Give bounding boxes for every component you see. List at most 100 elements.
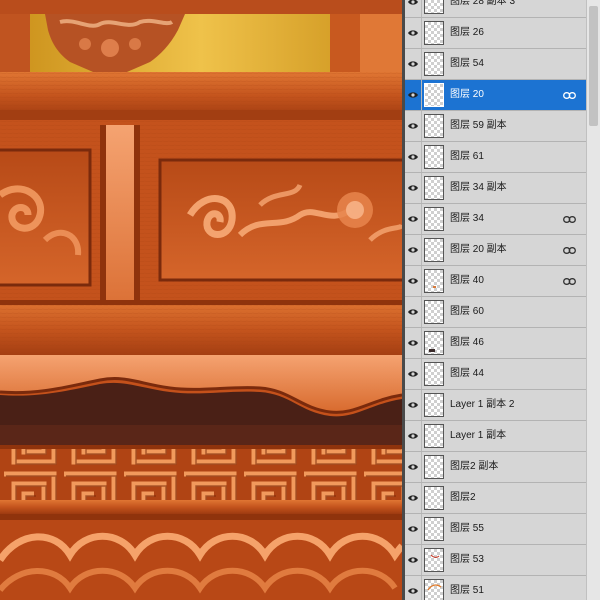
visibility-toggle[interactable] <box>405 173 422 203</box>
layer-name[interactable]: Layer 1 副本 <box>450 429 506 443</box>
layer-thumbnail <box>424 145 444 169</box>
layer-thumbnail <box>424 300 444 324</box>
layer-name[interactable]: 图层 46 <box>450 336 484 350</box>
eye-icon <box>408 0 418 5</box>
layer-thumbnail <box>424 21 444 45</box>
layer-thumbnail <box>424 331 444 355</box>
layer-name[interactable]: 图层2 <box>450 491 476 505</box>
layer-name[interactable]: 图层 26 <box>450 26 484 40</box>
layer-name[interactable]: 图层 28 副本 3 <box>450 0 515 9</box>
visibility-toggle[interactable] <box>405 297 422 327</box>
visibility-toggle[interactable] <box>405 18 422 48</box>
layer-name[interactable]: 图层 61 <box>450 150 484 164</box>
layer-row[interactable]: 图层2 副本 <box>405 452 586 483</box>
layer-row[interactable]: 图层 60 <box>405 297 586 328</box>
eye-icon <box>408 247 418 253</box>
eye-icon <box>408 61 418 67</box>
eye-icon <box>408 216 418 222</box>
chain-link-icon <box>563 216 576 223</box>
visibility-toggle[interactable] <box>405 514 422 544</box>
eye-icon <box>408 371 418 377</box>
layer-row[interactable]: 图层 55 <box>405 514 586 545</box>
layer-thumbnail <box>424 0 444 14</box>
layer-row[interactable]: 图层 44 <box>405 359 586 390</box>
thumbnail-content <box>433 286 436 288</box>
chain-link-icon <box>563 247 576 254</box>
visibility-toggle[interactable] <box>405 266 422 296</box>
eye-icon <box>408 30 418 36</box>
layer-name[interactable]: 图层2 副本 <box>450 460 498 474</box>
chain-link-icon <box>563 278 576 285</box>
layer-thumbnail <box>424 114 444 138</box>
visibility-toggle[interactable] <box>405 111 422 141</box>
layer-name[interactable]: Layer 1 副本 2 <box>450 398 514 412</box>
layer-thumbnail <box>424 362 444 386</box>
visibility-toggle[interactable] <box>405 142 422 172</box>
layer-name[interactable]: 图层 51 <box>450 584 484 598</box>
layer-name[interactable]: 图层 55 <box>450 522 484 536</box>
furniture-photo <box>0 0 402 600</box>
layer-name[interactable]: 图层 53 <box>450 553 484 567</box>
layer-thumbnail <box>424 83 444 107</box>
layer-thumbnail <box>424 579 444 600</box>
layer-row[interactable]: 图层 20 副本 <box>405 235 586 266</box>
layer-row[interactable]: 图层 54 <box>405 49 586 80</box>
layer-row[interactable]: 图层 26 <box>405 18 586 49</box>
visibility-toggle[interactable] <box>405 235 422 265</box>
layers-panel: 图层 28 副本 3 图层 26 图层 54 图层 20 图层 59 副本 图层 61 图层… <box>405 0 600 600</box>
eye-icon <box>408 526 418 532</box>
eye-icon <box>408 154 418 160</box>
layer-row[interactable]: 图层 53 <box>405 545 586 576</box>
document-canvas[interactable] <box>0 0 402 600</box>
layer-row[interactable]: 图层 46 <box>405 328 586 359</box>
layer-row[interactable]: 图层 61 <box>405 142 586 173</box>
layer-thumbnail <box>424 393 444 417</box>
layer-name[interactable]: 图层 54 <box>450 57 484 71</box>
visibility-toggle[interactable] <box>405 576 422 600</box>
layers-scrollbar[interactable] <box>586 0 600 600</box>
visibility-toggle[interactable] <box>405 328 422 358</box>
visibility-toggle[interactable] <box>405 390 422 420</box>
eye-icon <box>408 588 418 594</box>
layer-name[interactable]: 图层 20 <box>450 88 484 102</box>
layer-row[interactable]: 图层 34 <box>405 204 586 235</box>
layer-row[interactable]: Layer 1 副本 <box>405 421 586 452</box>
layer-name[interactable]: 图层 34 副本 <box>450 181 507 195</box>
eye-icon <box>408 309 418 315</box>
eye-icon <box>408 495 418 501</box>
eye-icon <box>408 464 418 470</box>
eye-icon <box>408 433 418 439</box>
visibility-toggle[interactable] <box>405 483 422 513</box>
layer-row[interactable]: 图层2 <box>405 483 586 514</box>
visibility-toggle[interactable] <box>405 545 422 575</box>
eye-icon <box>408 123 418 129</box>
layer-name[interactable]: 图层 40 <box>450 274 484 288</box>
layer-row[interactable]: 图层 51 <box>405 576 586 600</box>
layer-thumbnail <box>424 517 444 541</box>
visibility-toggle[interactable] <box>405 421 422 451</box>
layer-row[interactable]: 图层 34 副本 <box>405 173 586 204</box>
visibility-toggle[interactable] <box>405 359 422 389</box>
layer-row[interactable]: 图层 40 <box>405 266 586 297</box>
visibility-toggle[interactable] <box>405 0 422 17</box>
eye-icon <box>408 278 418 284</box>
layer-thumbnail <box>424 269 444 293</box>
layer-row[interactable]: Layer 1 副本 2 <box>405 390 586 421</box>
visibility-toggle[interactable] <box>405 204 422 234</box>
layer-row[interactable]: 图层 28 副本 3 <box>405 0 586 18</box>
layer-name[interactable]: 图层 44 <box>450 367 484 381</box>
visibility-toggle[interactable] <box>405 452 422 482</box>
layer-thumbnail <box>424 486 444 510</box>
layer-row[interactable]: 图层 59 副本 <box>405 111 586 142</box>
visibility-toggle[interactable] <box>405 49 422 79</box>
layer-row[interactable]: 图层 20 <box>405 80 586 111</box>
layer-name[interactable]: 图层 59 副本 <box>450 119 507 133</box>
layer-thumbnail <box>424 207 444 231</box>
layer-name[interactable]: 图层 60 <box>450 305 484 319</box>
eye-icon <box>408 557 418 563</box>
layer-list: 图层 28 副本 3 图层 26 图层 54 图层 20 图层 59 副本 图层 61 图层… <box>405 0 586 600</box>
layer-name[interactable]: 图层 20 副本 <box>450 243 507 257</box>
scrollbar-thumb[interactable] <box>589 6 598 126</box>
visibility-toggle[interactable] <box>405 80 422 110</box>
layer-name[interactable]: 图层 34 <box>450 212 484 226</box>
